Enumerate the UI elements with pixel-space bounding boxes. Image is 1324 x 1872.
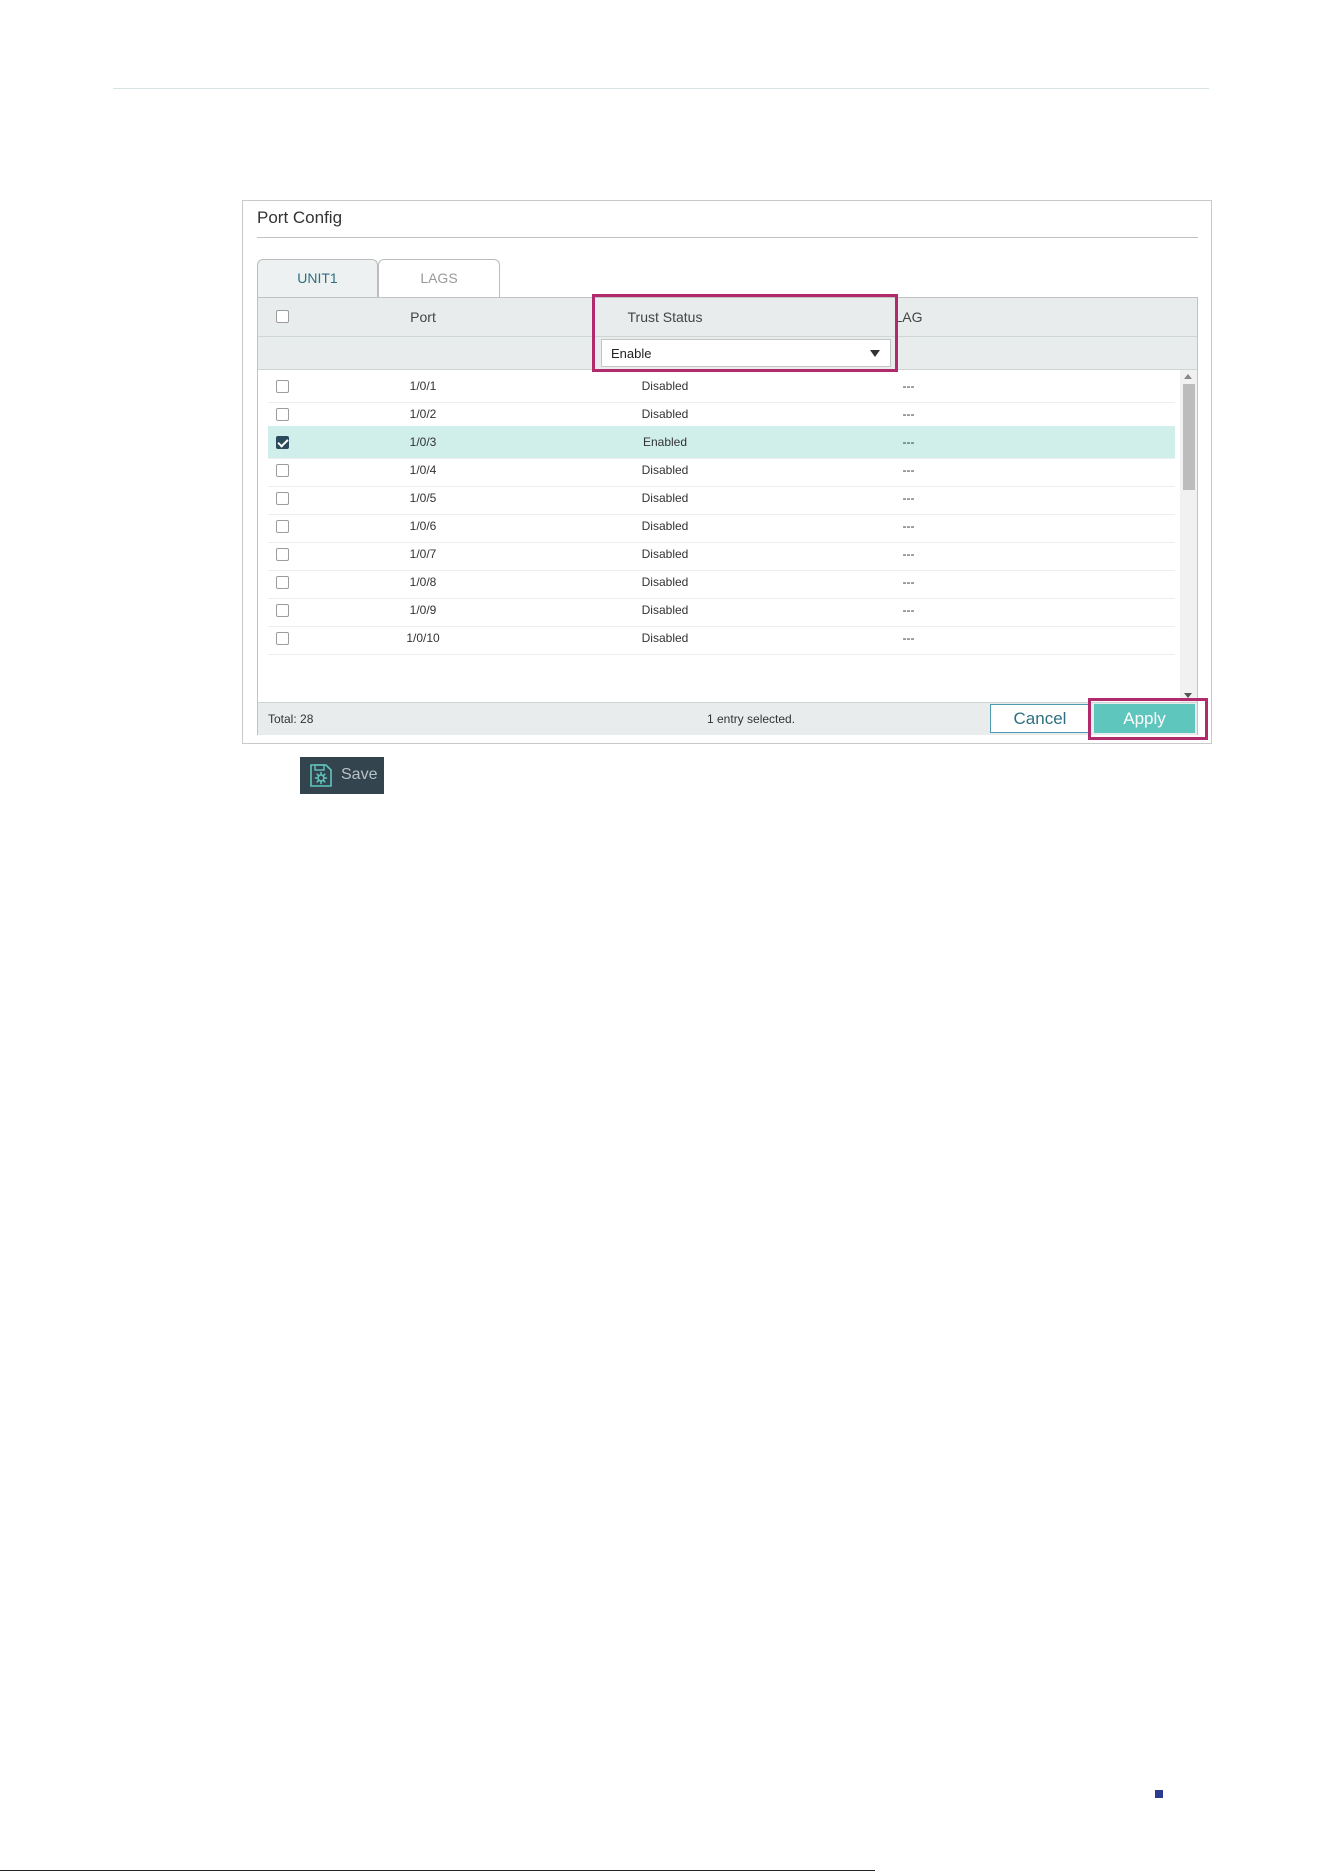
- panel-title: Port Config: [257, 208, 343, 227]
- tab-lags[interactable]: LAGS: [378, 259, 500, 297]
- row-checkbox[interactable]: [276, 520, 289, 533]
- port-table: Port Trust Status LAG Enable 1/0/1 Disab…: [257, 297, 1198, 735]
- column-header-lag: LAG: [894, 309, 923, 325]
- save-button[interactable]: Save: [300, 757, 384, 794]
- row-checkbox[interactable]: [276, 464, 289, 477]
- table-row[interactable]: 1/0/10 Disabled ---: [268, 622, 1175, 655]
- total-count: Total: 28: [268, 712, 314, 726]
- save-button-label: Save: [341, 766, 378, 783]
- column-header-trust-status: Trust Status: [627, 309, 703, 325]
- table-header: Port Trust Status LAG: [258, 298, 1197, 337]
- row-checkbox[interactable]: [276, 492, 289, 505]
- row-checkbox[interactable]: [276, 604, 289, 617]
- bottom-rule: [0, 1870, 875, 1871]
- apply-button[interactable]: Apply: [1094, 704, 1195, 733]
- port-config-panel: Port Config UNIT1 LAGS Port Trust Status…: [242, 200, 1212, 744]
- scrollbar-thumb[interactable]: [1183, 384, 1195, 490]
- scroll-up-icon[interactable]: [1184, 374, 1192, 379]
- page-marker: [1155, 1790, 1163, 1798]
- row-checkbox[interactable]: [276, 436, 289, 449]
- table-footer: Total: 28 1 entry selected. Cancel Apply: [258, 702, 1197, 735]
- top-rule: [113, 88, 1209, 89]
- cancel-button[interactable]: Cancel: [990, 704, 1090, 733]
- caret-down-icon: [870, 350, 880, 357]
- table-body: 1/0/1 Disabled --- 1/0/2 Disabled --- 1/…: [258, 370, 1197, 702]
- cell-port: 1/0/10: [406, 631, 440, 645]
- row-checkbox[interactable]: [276, 408, 289, 421]
- row-checkbox[interactable]: [276, 380, 289, 393]
- cell-trust-status: Disabled: [641, 631, 689, 645]
- tab-unit1[interactable]: UNIT1: [257, 259, 378, 297]
- table-scrollbar[interactable]: [1180, 370, 1197, 702]
- selection-count: 1 entry selected.: [707, 712, 796, 726]
- column-header-port: Port: [410, 309, 436, 325]
- select-all-checkbox[interactable]: [276, 310, 289, 323]
- filter-row: Enable: [258, 337, 1197, 370]
- scroll-down-icon[interactable]: [1184, 693, 1192, 698]
- row-checkbox[interactable]: [276, 576, 289, 589]
- row-checkbox[interactable]: [276, 632, 289, 645]
- trust-status-select-value: Enable: [611, 346, 652, 361]
- save-gear-icon: [310, 764, 332, 787]
- trust-status-select[interactable]: Enable: [601, 339, 891, 367]
- title-divider: [257, 237, 1198, 238]
- row-checkbox[interactable]: [276, 548, 289, 561]
- cell-lag: ---: [902, 631, 915, 645]
